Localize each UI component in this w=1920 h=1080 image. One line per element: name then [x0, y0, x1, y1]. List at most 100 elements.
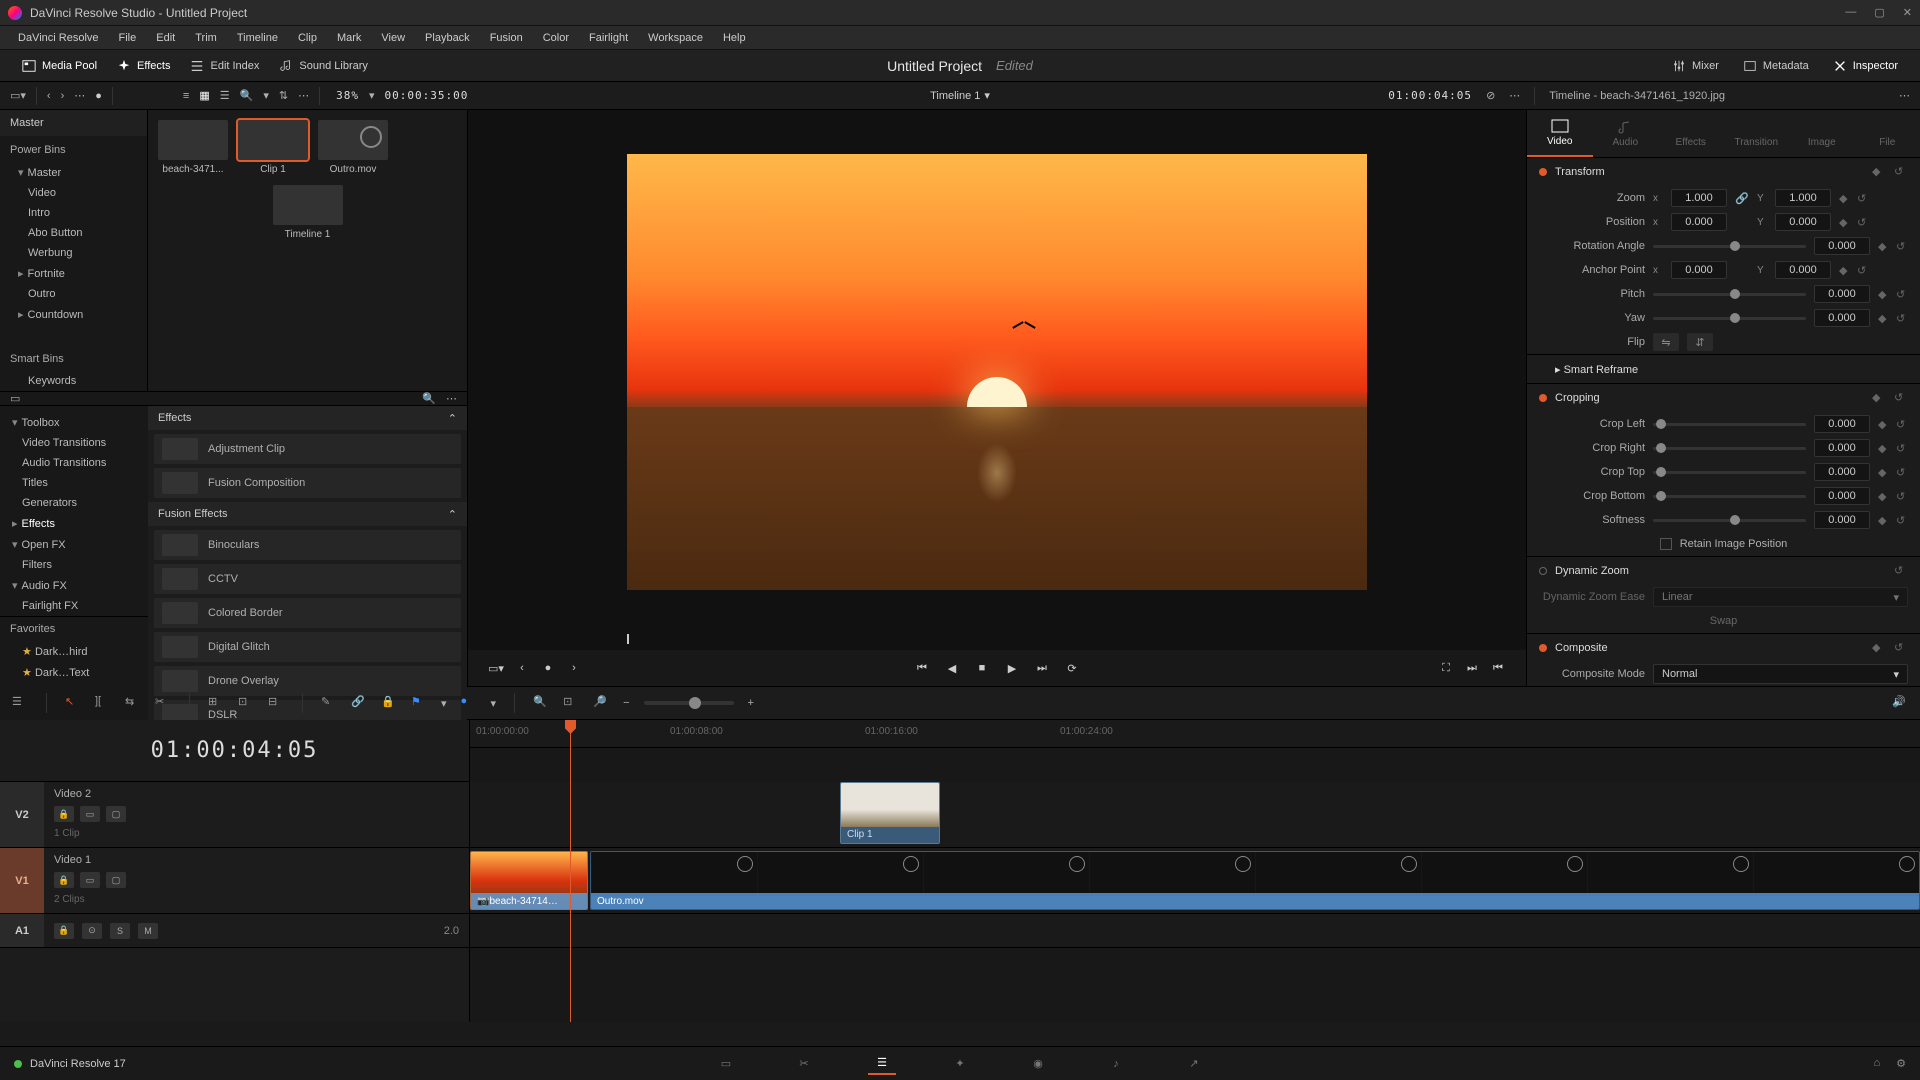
loop-icon[interactable]: ⟳ — [1064, 660, 1080, 676]
inspector-tab-video[interactable]: Video — [1527, 110, 1593, 157]
page-color[interactable]: ◉ — [1024, 1053, 1052, 1075]
softness-slider[interactable] — [1653, 519, 1806, 522]
fx-cctv[interactable]: CCTV — [154, 564, 461, 594]
v1-lane[interactable]: 📷 beach-34714… Outro.mov — [470, 848, 1920, 914]
page-media[interactable]: ▭ — [712, 1053, 740, 1075]
viewer[interactable] — [468, 110, 1526, 634]
fx-generators[interactable]: Generators — [0, 493, 148, 513]
go-end-icon[interactable]: ⏭ — [1464, 660, 1480, 676]
crop-top-slider[interactable] — [1653, 471, 1806, 474]
menu-clip[interactable]: Clip — [290, 30, 325, 46]
pitch-slider[interactable] — [1653, 293, 1806, 296]
timeline-zoom-slider[interactable] — [644, 701, 734, 705]
bin-keywords[interactable]: Keywords — [0, 371, 147, 391]
media-pool-toggle[interactable]: Media Pool — [12, 55, 107, 77]
nav-back-icon[interactable]: ‹ — [47, 90, 51, 102]
v2-enable-button[interactable]: ▢ — [106, 806, 126, 822]
crop-top-input[interactable] — [1814, 463, 1870, 481]
bin-werbung[interactable]: Werbung — [0, 243, 147, 263]
edit-index-toggle[interactable]: Edit Index — [180, 55, 269, 77]
home-icon[interactable]: ⌂ — [1873, 1057, 1880, 1070]
timeline-timecode[interactable]: 01:00:04:05 — [0, 720, 469, 782]
bin-fortnite[interactable]: Fortnite — [0, 263, 147, 284]
playhead[interactable] — [570, 720, 571, 1022]
effects-toggle[interactable]: Effects — [107, 55, 180, 77]
fx-section-effects[interactable]: Effects⌃ — [148, 406, 467, 430]
menu-trim[interactable]: Trim — [187, 30, 225, 46]
flag-icon[interactable]: ⚑ — [411, 695, 427, 711]
overwrite-clip-icon[interactable]: ⊡ — [238, 695, 254, 711]
tl-search-icon[interactable]: 🔍 — [533, 695, 549, 711]
fx-binoculars[interactable]: Binoculars — [154, 530, 461, 560]
prev-edit-icon[interactable]: ‹ — [514, 660, 530, 676]
crop-right-input[interactable] — [1814, 439, 1870, 457]
composite-header[interactable]: Composite — [1555, 642, 1864, 654]
menu-fusion[interactable]: Fusion — [482, 30, 531, 46]
selection-tool-icon[interactable]: ↖ — [65, 695, 81, 711]
viewer-more-icon[interactable]: ⋯ — [1509, 89, 1520, 102]
pos-x-input[interactable] — [1671, 213, 1727, 231]
metadata-toggle[interactable]: Metadata — [1733, 55, 1819, 77]
bin-countdown[interactable]: Countdown — [0, 304, 147, 325]
fx-colored-border[interactable]: Colored Border — [154, 598, 461, 628]
link-clips-icon[interactable]: 🔗 — [351, 695, 367, 711]
crop-right-slider[interactable] — [1653, 447, 1806, 450]
fx-more-icon[interactable]: ⋯ — [446, 392, 457, 405]
bin-layout-icon[interactable]: ▭ — [10, 392, 20, 405]
fx-audio-transitions[interactable]: Audio Transitions — [0, 453, 148, 473]
search-icon[interactable]: 🔍 — [240, 89, 254, 102]
bin-abo[interactable]: Abo Button — [0, 223, 147, 243]
crop-left-slider[interactable] — [1653, 423, 1806, 426]
first-frame-icon[interactable]: ⏮ — [914, 660, 930, 676]
v2-badge[interactable]: V2 — [0, 782, 44, 847]
v2-lane[interactable]: Clip 1 — [470, 782, 1920, 848]
fx-search-icon[interactable]: 🔍 — [422, 392, 436, 405]
sound-library-toggle[interactable]: Sound Library — [269, 55, 378, 77]
reset-icon[interactable]: ↺ — [1857, 192, 1869, 205]
timeline-ruler[interactable]: 01:00:00:00 01:00:08:00 01:00:16:00 01:0… — [470, 720, 1920, 748]
page-edit[interactable]: ☰ — [868, 1053, 896, 1075]
tl-view-options-icon[interactable]: ☰ — [12, 695, 28, 711]
razor-icon[interactable]: ✎ — [321, 695, 337, 711]
prev-frame-icon[interactable]: ◀ — [944, 660, 960, 676]
zoom-percent[interactable]: 38% — [336, 89, 359, 102]
stop-icon[interactable]: ■ — [974, 660, 990, 676]
v1-lock-button[interactable]: 🔒 — [54, 872, 74, 888]
cropping-enable-icon[interactable] — [1539, 394, 1547, 402]
edit-point-icon[interactable]: ● — [540, 660, 556, 676]
a1-solo-button[interactable]: S — [110, 923, 130, 939]
clip-timeline[interactable]: Timeline 1 — [158, 185, 457, 240]
next-edit-icon[interactable]: › — [566, 660, 582, 676]
dynzoom-enable-icon[interactable] — [1539, 567, 1547, 575]
maximize-icon[interactable]: ▢ — [1874, 6, 1884, 19]
strip-view-icon[interactable]: ≡ — [183, 90, 189, 102]
menu-mark[interactable]: Mark — [329, 30, 369, 46]
menu-edit[interactable]: Edit — [148, 30, 183, 46]
search-options-icon[interactable]: ▾ — [263, 89, 269, 102]
fx-digital-glitch[interactable]: Digital Glitch — [154, 632, 461, 662]
fx-adjustment-clip[interactable]: Adjustment Clip — [154, 434, 461, 464]
rotation-slider[interactable] — [1653, 245, 1806, 248]
comp-mode-select[interactable]: Normal▾ — [1653, 664, 1908, 684]
timeline-dropdown-icon[interactable]: ▾ — [984, 89, 990, 102]
tl-zoom-icon[interactable]: 🔎 — [593, 695, 609, 711]
clip-beach[interactable]: beach-3471... — [158, 120, 228, 175]
viewer-scrubber[interactable] — [468, 634, 1526, 650]
dynamic-zoom-header[interactable]: Dynamic Zoom — [1555, 565, 1886, 577]
menu-file[interactable]: File — [111, 30, 145, 46]
nav-fwd-icon[interactable]: › — [61, 90, 65, 102]
minimize-icon[interactable]: — — [1845, 6, 1856, 19]
a1-lock-button[interactable]: 🔒 — [54, 923, 74, 939]
a1-lane[interactable] — [470, 914, 1920, 948]
marker-icon[interactable]: ● — [461, 695, 477, 711]
a1-record-button[interactable]: ⊙ — [82, 923, 102, 939]
settings-icon[interactable]: ⚙ — [1896, 1057, 1906, 1070]
crop-bottom-input[interactable] — [1814, 487, 1870, 505]
page-deliver[interactable]: ↗ — [1180, 1053, 1208, 1075]
a1-mute-button[interactable]: M — [138, 923, 158, 939]
match-frame-icon[interactable]: ▭▾ — [488, 660, 504, 676]
composite-enable-icon[interactable] — [1539, 644, 1547, 652]
play-icon[interactable]: ▶ — [1004, 660, 1020, 676]
dynamic-trim-icon[interactable]: ⇆ — [125, 695, 141, 711]
smart-reframe-header[interactable]: ▸ Smart Reframe — [1555, 363, 1908, 376]
